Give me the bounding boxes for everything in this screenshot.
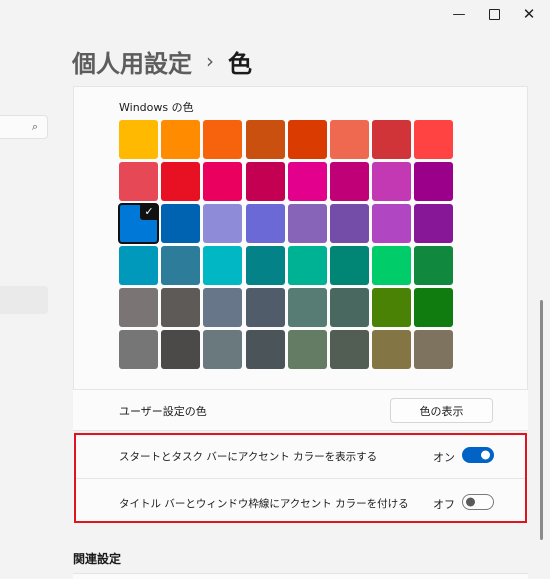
color-swatch[interactable] [119,162,158,201]
close-icon: ✕ [522,5,536,23]
view-colors-button[interactable]: 色の表示 [390,398,493,423]
color-swatch[interactable] [245,120,285,159]
scrollbar[interactable] [540,300,543,540]
color-swatch[interactable] [287,120,327,159]
color-swatch[interactable] [203,246,243,285]
color-swatch-grid: ✓ [118,120,454,369]
color-swatch[interactable] [414,246,454,285]
color-swatch[interactable] [329,162,369,201]
color-swatch[interactable] [414,120,454,159]
color-swatch[interactable] [329,204,369,243]
color-swatch[interactable] [161,288,201,327]
color-swatch[interactable] [161,330,201,369]
color-swatch[interactable] [372,330,412,369]
windows-colors-label: Windows の色 [119,101,194,114]
color-swatch[interactable] [245,330,285,369]
color-swatch[interactable] [245,288,285,327]
color-swatch[interactable] [372,246,412,285]
color-swatch[interactable] [203,204,243,243]
minimize-button[interactable]: — [439,0,479,28]
color-swatch[interactable] [372,162,412,201]
color-swatch[interactable] [329,246,369,285]
breadcrumb: 個人用設定 › 色 [72,44,252,78]
maximize-button[interactable] [474,0,514,28]
nav-item-selected[interactable] [0,286,48,314]
color-swatch[interactable] [119,330,158,369]
color-swatch[interactable] [119,120,158,159]
maximize-icon [488,8,500,20]
color-swatch[interactable] [161,162,201,201]
color-swatch[interactable] [372,120,412,159]
minimize-icon: — [452,6,466,22]
color-swatch[interactable] [161,120,201,159]
page-title: 色 [228,49,252,78]
color-swatch[interactable] [161,246,201,285]
color-swatch[interactable] [329,288,369,327]
color-swatch[interactable] [203,288,243,327]
color-swatch[interactable] [161,204,201,243]
color-swatch[interactable] [287,162,327,201]
related-settings-card [73,573,528,579]
chevron-right-icon: › [206,49,214,73]
breadcrumb-parent[interactable]: 個人用設定 [72,44,192,79]
color-swatch[interactable] [414,162,454,201]
color-swatch[interactable] [329,120,369,159]
color-swatch[interactable] [287,204,327,243]
color-swatch[interactable] [203,162,243,201]
color-swatch[interactable]: ✓ [118,203,159,244]
checkmark-icon: ✓ [140,204,158,220]
color-swatch[interactable] [414,288,454,327]
search-input[interactable]: ⌕ [0,115,48,139]
color-swatch[interactable] [414,204,454,243]
color-swatch[interactable] [287,246,327,285]
color-swatch[interactable] [245,162,285,201]
color-swatch[interactable] [287,330,327,369]
color-swatch[interactable] [414,330,454,369]
related-settings-heading: 関連設定 [73,552,122,566]
color-swatch[interactable] [203,120,243,159]
color-swatch[interactable] [372,204,412,243]
highlight-frame [74,433,527,523]
color-swatch[interactable] [372,288,412,327]
color-swatch[interactable] [245,246,285,285]
color-swatch[interactable] [329,330,369,369]
close-button[interactable]: ✕ [509,0,549,28]
color-swatch[interactable] [119,246,158,285]
color-swatch[interactable] [245,204,285,243]
custom-color-label: ユーザー設定の色 [119,405,207,418]
color-swatch[interactable] [119,288,158,327]
color-swatch[interactable] [287,288,327,327]
color-swatch[interactable] [203,330,243,369]
search-icon: ⌕ [31,120,38,133]
